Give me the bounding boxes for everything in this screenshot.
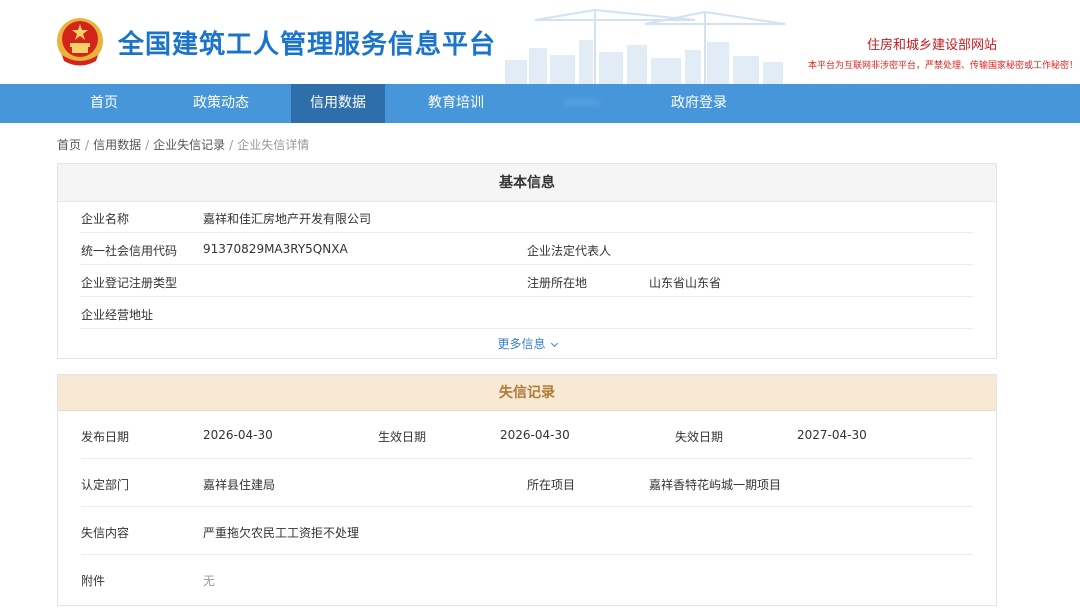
department-label: 认定部门 [81,478,130,492]
info-row-address: 企业经营地址 [81,297,973,329]
info-row-registration: 企业登记注册类型 注册所在地 山东省山东省 [81,265,973,297]
publish-date-label: 发布日期 [81,430,130,444]
record-row-attachment: 附件 无 [81,555,973,603]
chevron-down-icon [550,339,558,348]
info-row-company-name: 企业名称 嘉祥和佳汇房地产开发有限公司 [81,202,973,233]
content-label: 失信内容 [81,526,130,540]
company-name-label: 企业名称 [81,212,130,226]
info-row-credit-code: 统一社会信用代码 91370829MA3RY5QNXA 企业法定代表人 [81,233,973,265]
credit-code-label: 统一社会信用代码 [81,244,178,258]
company-name-value: 嘉祥和佳汇房地产开发有限公司 [203,212,372,226]
site-title: 全国建筑工人管理服务信息平台 [118,30,497,60]
project-label: 所在项目 [527,478,576,492]
publish-date-value: 2026-04-30 [203,428,273,442]
reg-place-value: 山东省山东省 [649,276,722,290]
breadcrumb: 首页 / 信用数据 / 企业失信记录 / 企业失信详情 [57,136,309,153]
more-info-toggle[interactable]: 更多信息 [58,335,996,352]
attachment-label: 附件 [81,574,106,588]
city-skyline-decoration [505,9,786,84]
breadcrumb-home[interactable]: 首页 [57,138,81,152]
nav-item-gov-login[interactable]: 政府登录 [637,84,761,123]
nav-item-home[interactable]: 首页 [57,84,151,123]
security-warning: 本平台为互联网非涉密平台，严禁处理、传输国家秘密或工作秘密！ [807,61,1078,71]
basic-info-title: 基本信息 [58,164,996,202]
site-header: 全国建筑工人管理服务信息平台 住房和城乡建设部网站 本平台为互联网非涉密平台，严… [0,0,1080,84]
national-emblem-icon [57,18,103,66]
credit-record-panel: 失信记录 发布日期 2026-04-30 生效日期 2026-04-30 失效日… [57,374,997,606]
expire-date-label: 失效日期 [675,430,724,444]
effective-date-label: 生效日期 [378,430,427,444]
content-value: 严重拖欠农民工工资拒不处理 [203,526,360,540]
ministry-website-link[interactable]: 住房和城乡建设部网站 [867,34,997,53]
breadcrumb-credit-records[interactable]: 企业失信记录 [153,138,225,152]
basic-info-panel: 基本信息 企业名称 嘉祥和佳汇房地产开发有限公司 统一社会信用代码 913708… [57,163,997,359]
address-label: 企业经营地址 [81,308,154,322]
reg-place-label: 注册所在地 [527,276,588,290]
nav-item-training[interactable]: 教育培训 [385,84,527,123]
breadcrumb-separator: / [145,138,150,152]
department-value: 嘉祥县住建局 [203,478,276,492]
reg-type-label: 企业登记注册类型 [81,276,178,290]
record-row-department: 认定部门 嘉祥县住建局 所在项目 嘉祥香特花屿城一期项目 [81,459,973,507]
credit-code-value: 91370829MA3RY5QNXA [203,242,348,256]
breadcrumb-separator: / [229,138,234,152]
more-info-label: 更多信息 [497,337,546,351]
effective-date-value: 2026-04-30 [500,428,570,442]
project-value: 嘉祥香特花屿城一期项目 [649,478,782,492]
nav-item-obscured[interactable]: ········ [527,84,637,123]
credit-record-title: 失信记录 [58,375,996,411]
main-nav: 首页 政策动态 信用数据 教育培训 ········ 政府登录 [0,84,1080,123]
expire-date-value: 2027-04-30 [797,428,867,442]
breadcrumb-separator: / [85,138,90,152]
attachment-value: 无 [203,574,216,588]
breadcrumb-current: 企业失信详情 [237,138,310,152]
legal-rep-label: 企业法定代表人 [527,244,612,258]
nav-item-policy[interactable]: 政策动态 [151,84,291,123]
record-row-content: 失信内容 严重拖欠农民工工资拒不处理 [81,507,973,555]
nav-item-credit-data[interactable]: 信用数据 [291,84,385,123]
record-row-dates: 发布日期 2026-04-30 生效日期 2026-04-30 失效日期 202… [81,411,973,459]
breadcrumb-credit-data[interactable]: 信用数据 [93,138,141,152]
